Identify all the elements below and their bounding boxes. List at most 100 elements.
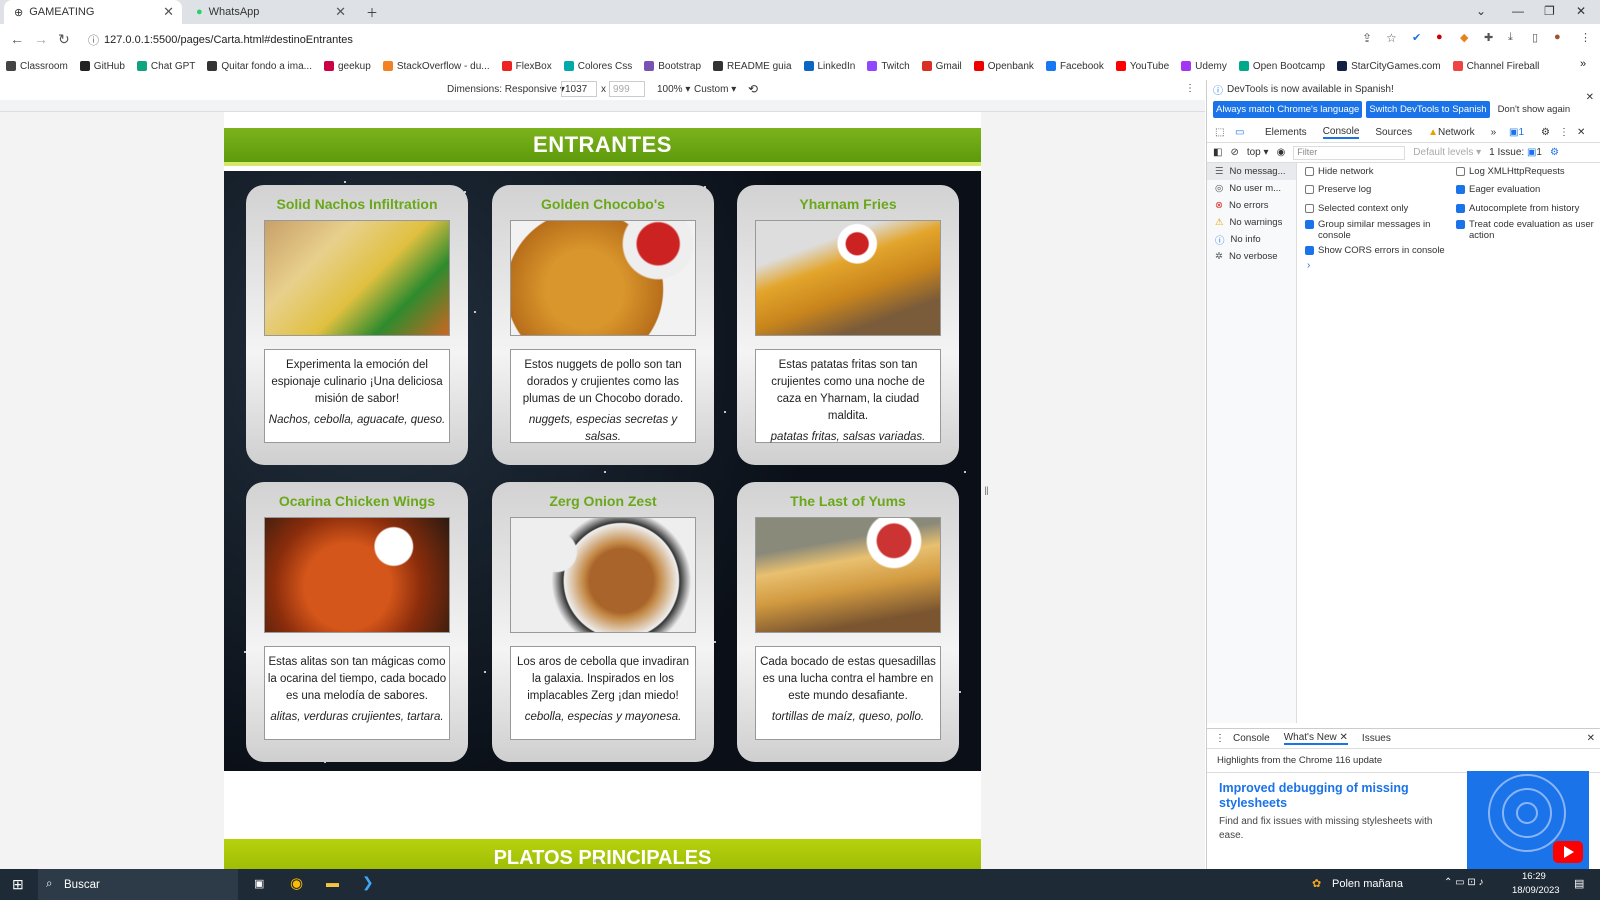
vscode-icon[interactable]: ❯ xyxy=(362,874,374,891)
bookmark-item[interactable]: FlexBox xyxy=(501,57,552,75)
resize-handle-right[interactable]: ‖ xyxy=(984,484,989,498)
tab-sources[interactable]: Sources xyxy=(1375,127,1412,138)
close-devtools-icon[interactable]: ✕ xyxy=(1577,127,1585,138)
bookmark-item[interactable]: README guia xyxy=(713,57,792,75)
close-window-icon[interactable]: ✕ xyxy=(1576,4,1586,18)
console-setting-option[interactable]: Hide network xyxy=(1305,166,1445,177)
checkbox[interactable] xyxy=(1305,246,1314,255)
checkbox[interactable] xyxy=(1456,185,1465,194)
chrome-icon[interactable]: ◉ xyxy=(290,874,303,892)
bookmark-item[interactable]: Twitch xyxy=(867,57,910,75)
bookmark-item[interactable]: StackOverflow - du... xyxy=(382,57,490,75)
console-setting-option[interactable]: Preserve log xyxy=(1305,184,1445,195)
more-bookmarks-icon[interactable]: » xyxy=(1580,58,1586,70)
extensions-puzzle-icon[interactable]: ✚ xyxy=(1484,31,1493,44)
throttle-select[interactable]: Custom ▾ xyxy=(694,84,736,95)
file-explorer-icon[interactable]: ▬ xyxy=(326,875,339,890)
forward-icon[interactable]: → xyxy=(34,31,48,47)
share-icon[interactable]: ⇪ xyxy=(1362,31,1372,45)
taskbar-search[interactable]: ⌕ Buscar xyxy=(38,869,238,900)
bookmark-item[interactable]: LinkedIn xyxy=(803,57,855,75)
address-bar[interactable]: ⓘ 127.0.0.1:5500/pages/Carta.html#destin… xyxy=(82,27,1412,53)
bookmark-item[interactable]: Classroom xyxy=(6,57,68,75)
tab-network[interactable]: ▲Network xyxy=(1428,127,1475,138)
close-notice-icon[interactable]: ✕ xyxy=(1586,92,1594,103)
console-setting-option[interactable]: Selected context only xyxy=(1305,203,1445,214)
inspect-icon[interactable]: ⬚ xyxy=(1215,127,1224,138)
console-settings-icon[interactable]: ⚙ xyxy=(1550,147,1559,158)
bookmark-item[interactable]: Openbank xyxy=(973,57,1034,75)
checkbox[interactable] xyxy=(1456,167,1465,176)
console-setting-option[interactable]: Log XMLHttpRequests xyxy=(1456,166,1594,177)
bookmark-item[interactable]: Bootstrap xyxy=(644,57,701,75)
dont-show-button[interactable]: Don't show again xyxy=(1498,104,1571,115)
menu-kebab-icon[interactable]: ⋮ xyxy=(1580,31,1591,44)
bookmark-item[interactable]: Udemy xyxy=(1181,57,1227,75)
height-input[interactable]: 999 xyxy=(609,81,645,97)
dimensions-select[interactable]: Dimensions: Responsive ▾ xyxy=(447,84,565,95)
reload-icon[interactable]: ↻ xyxy=(58,31,70,48)
media-query-bar[interactable] xyxy=(0,100,1205,112)
bookmark-item[interactable]: geekup xyxy=(324,57,371,75)
console-prompt-icon[interactable]: › xyxy=(1307,260,1310,271)
video-thumbnail[interactable] xyxy=(1467,771,1589,870)
levels-select[interactable]: Default levels ▾ xyxy=(1413,147,1481,158)
resize-handle-bottom[interactable]: ═ xyxy=(594,856,601,867)
bookmark-item[interactable]: GitHub xyxy=(79,57,125,75)
article-title[interactable]: Improved debugging of missing stylesheet… xyxy=(1219,781,1449,811)
tab-elements[interactable]: Elements xyxy=(1265,127,1307,138)
sidebar-toggle-icon[interactable]: ◧ xyxy=(1213,147,1222,158)
issues-badge[interactable]: ▣1 xyxy=(1509,127,1524,138)
notifications-icon[interactable]: ▤ xyxy=(1574,877,1584,890)
bookmark-item[interactable]: YouTube xyxy=(1115,57,1169,75)
devtools-menu-icon[interactable]: ⋮ xyxy=(1559,127,1569,138)
bookmark-item[interactable]: Chat GPT xyxy=(136,57,195,75)
tab-whatsapp[interactable]: ● WhatsApp ✕ xyxy=(186,0,354,24)
console-filter-item[interactable]: ⚠ No warnings xyxy=(1207,214,1296,231)
bookmark-item[interactable]: Quitar fondo a ima... xyxy=(207,57,312,75)
console-setting-option[interactable]: Show CORS errors in console xyxy=(1305,245,1445,256)
bookmark-item[interactable]: Channel Fireball xyxy=(1452,57,1539,75)
bookmark-item[interactable]: Colores Css xyxy=(563,57,632,75)
close-tab-icon[interactable]: ✕ xyxy=(163,4,174,20)
width-input[interactable]: 1037 xyxy=(561,81,597,97)
weather-text[interactable]: Polen mañana xyxy=(1332,878,1403,890)
extension-icon[interactable]: ✔ xyxy=(1412,31,1421,44)
drawer-tab-issues[interactable]: Issues xyxy=(1362,733,1391,744)
avatar[interactable]: ● xyxy=(1554,31,1561,43)
close-drawer-icon[interactable]: ✕ xyxy=(1587,733,1595,744)
console-setting-option[interactable]: Eager evaluation xyxy=(1456,184,1594,195)
clock-date[interactable]: 18/09/2023 xyxy=(1512,885,1560,896)
back-icon[interactable]: ← xyxy=(10,31,24,47)
close-tab-icon[interactable]: ✕ xyxy=(335,4,346,20)
drawer-tab-console[interactable]: Console xyxy=(1233,733,1270,744)
bookmark-item[interactable]: Open Bootcamp xyxy=(1238,57,1325,75)
tray-icons[interactable]: ⌃ ▭ ⊡ ♪ xyxy=(1444,877,1484,888)
tab-console[interactable]: Console xyxy=(1322,126,1360,139)
switch-language-button[interactable]: Switch DevTools to Spanish xyxy=(1366,101,1490,118)
console-filter-item[interactable]: ◎ No user m... xyxy=(1207,180,1296,197)
clock-time[interactable]: 16:29 xyxy=(1522,871,1546,882)
console-setting-option[interactable]: Group similar messages in console xyxy=(1305,219,1445,241)
issues-counter[interactable]: 1 Issue: ▣1 xyxy=(1489,147,1542,158)
bookmark-star-icon[interactable]: ☆ xyxy=(1386,31,1397,45)
console-filter-item[interactable]: ⊗ No errors xyxy=(1207,197,1296,214)
new-tab-icon[interactable]: ＋ xyxy=(366,4,378,21)
drawer-tab-whats-new[interactable]: What's New ✕ xyxy=(1283,732,1348,745)
drawer-menu-icon[interactable]: ⋮ xyxy=(1215,733,1225,744)
tab-search-icon[interactable]: ⌄ xyxy=(1476,4,1486,18)
console-setting-option[interactable]: Autocomplete from history xyxy=(1456,203,1594,214)
restore-icon[interactable]: ❐ xyxy=(1544,4,1555,18)
device-menu-icon[interactable]: ⋮ xyxy=(1185,83,1195,94)
sidepanel-icon[interactable]: ▯ xyxy=(1532,31,1538,44)
bookmark-item[interactable]: StarCityGames.com xyxy=(1337,57,1441,75)
clear-console-icon[interactable]: ⊘ xyxy=(1230,147,1238,158)
eye-icon[interactable]: ◉ xyxy=(1277,147,1286,158)
console-filter-item[interactable]: ✲ No verbose xyxy=(1207,248,1296,265)
download-icon[interactable]: ⤓ xyxy=(1508,31,1513,44)
ublock-icon[interactable]: ● xyxy=(1436,31,1443,43)
checkbox[interactable] xyxy=(1305,185,1314,194)
checkbox[interactable] xyxy=(1305,204,1314,213)
task-view-icon[interactable]: ▣ xyxy=(254,877,264,890)
bookmark-item[interactable]: Facebook xyxy=(1045,57,1104,75)
